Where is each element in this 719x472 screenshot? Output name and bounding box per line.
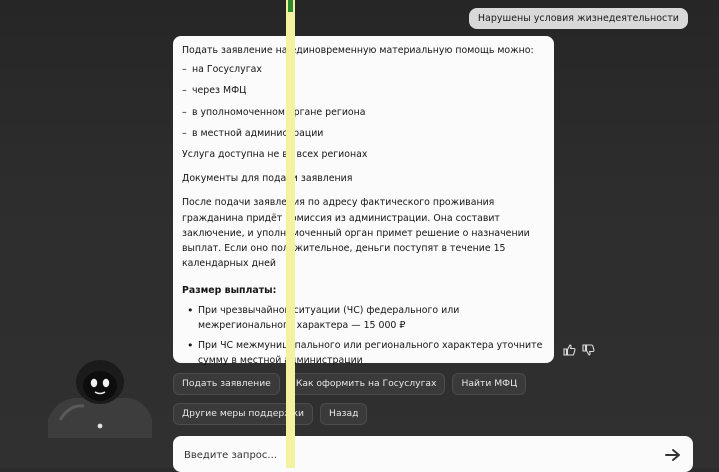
documents-link[interactable]: Документы для подачи заявления <box>182 171 545 186</box>
method-item: в местной администрации <box>182 126 545 141</box>
overlay-marker-stripe <box>286 0 295 468</box>
quick-reply-find-mfc[interactable]: Найти МФЦ <box>452 373 527 395</box>
bot-intro-text: Подать заявление на единовременную матер… <box>182 45 534 56</box>
quick-reply-back[interactable]: Назад <box>320 403 368 425</box>
availability-note: Услуга доступна не во всех регионах <box>182 149 368 161</box>
process-text: После подачи заявления по адресу фактиче… <box>182 197 530 270</box>
send-arrow-icon[interactable] <box>665 447 681 466</box>
methods-list: на Госуслугах через МФЦ в уполномоченном… <box>182 62 545 141</box>
thumbs-up-icon[interactable] <box>563 344 576 356</box>
query-input-bar <box>173 436 693 472</box>
quick-replies-row-2: Другие меры поддержки Назад <box>173 403 368 425</box>
quick-replies-row-1: Подать заявление Как оформить на Госуслу… <box>173 373 527 395</box>
payments-list: При чрезвычайной ситуации (ЧС) федеральн… <box>182 303 545 369</box>
payment-item: При чрезвычайной ситуации (ЧС) федеральн… <box>182 303 545 333</box>
thumbs-down-icon[interactable] <box>582 344 595 356</box>
payment-item: При ЧС межмуниципального или регионально… <box>182 338 545 368</box>
query-input[interactable] <box>182 444 656 466</box>
method-item: через МФЦ <box>182 83 545 98</box>
feedback-buttons <box>563 344 595 356</box>
method-item: в уполномоченном органе региона <box>182 105 545 120</box>
bot-message-card: Подать заявление на единовременную матер… <box>173 36 554 366</box>
quick-reply-submit-application[interactable]: Подать заявление <box>173 373 280 395</box>
quick-reply-gosuslugi[interactable]: Как оформить на Госуслугах <box>286 373 446 395</box>
assistant-robot-avatar <box>40 348 160 442</box>
user-message-bubble: Нарушены условия жизнедеятельности <box>468 8 688 29</box>
overlay-marker-cap <box>288 0 293 12</box>
payment-title: Размер выплаты: <box>182 285 277 297</box>
method-item: на Госуслугах <box>182 62 545 77</box>
